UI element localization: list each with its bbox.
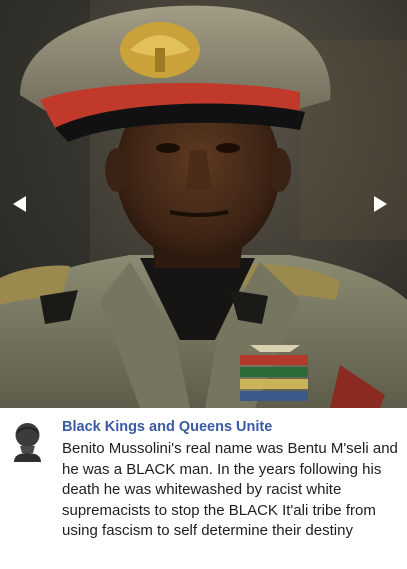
chevron-right-icon bbox=[373, 196, 387, 212]
next-photo-button[interactable] bbox=[369, 193, 391, 215]
post-photo[interactable] bbox=[0, 0, 407, 408]
portrait-illustration bbox=[0, 0, 407, 408]
post-author[interactable]: Black Kings and Queens Unite bbox=[62, 419, 272, 435]
bust-avatar-icon[interactable] bbox=[11, 422, 44, 462]
post-text: Benito Mussolini's real name was Bentu M… bbox=[62, 440, 398, 539]
post-body: Black Kings and Queens Unite Benito Muss… bbox=[0, 408, 407, 569]
post-screen: Black Kings and Queens Unite Benito Muss… bbox=[0, 0, 407, 569]
chevron-left-icon bbox=[13, 196, 27, 212]
previous-photo-button[interactable] bbox=[9, 193, 31, 215]
